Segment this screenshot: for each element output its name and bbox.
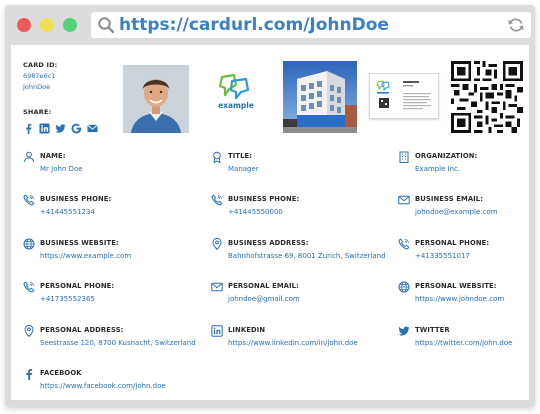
- phone-icon: [23, 194, 35, 206]
- badge-icon: [211, 151, 223, 163]
- field-value[interactable]: +41735552365: [40, 295, 95, 303]
- company-logo-text: example: [218, 101, 254, 110]
- field-value[interactable]: https://www.facebook.com/john.doe: [40, 382, 166, 390]
- minimize-window-button[interactable]: [40, 18, 54, 32]
- email-icon[interactable]: [87, 123, 98, 134]
- field-value: Seestrasse 120, 8700 Kusnacht, Switzerla…: [40, 339, 196, 347]
- phone-icon: [398, 238, 410, 250]
- google-icon[interactable]: [71, 123, 82, 134]
- facebook-icon[interactable]: [23, 123, 34, 134]
- field-label: PERSONAL WEBSITE:: [415, 282, 497, 290]
- globe-icon: [398, 281, 410, 293]
- linkedin-icon[interactable]: [39, 122, 50, 134]
- title-bar: https://cardurl.com/JohnDoe: [5, 5, 535, 45]
- search-icon: [98, 17, 115, 34]
- facebook-icon: [23, 368, 35, 380]
- share-label: SHARE:: [23, 108, 52, 116]
- field-value[interactable]: johndoe@example.com: [415, 208, 497, 216]
- browser-window: https://cardurl.com/JohnDoe CARD ID: 698…: [5, 5, 535, 407]
- field-label: BUSINESS WEBSITE:: [40, 239, 119, 247]
- reload-icon[interactable]: [507, 16, 525, 34]
- field-label: FACEBOOK: [40, 369, 82, 377]
- close-window-button[interactable]: [17, 18, 31, 32]
- field-label: PERSONAL PHONE:: [415, 239, 490, 247]
- field-value[interactable]: +41445551234: [40, 208, 95, 216]
- field-label: BUSINESS PHONE:: [228, 195, 300, 203]
- field-label: BUSINESS ADDRESS:: [228, 239, 309, 247]
- address-url[interactable]: https://cardurl.com/JohnDoe: [119, 14, 389, 36]
- field-label: NAME:: [40, 152, 66, 160]
- pin-icon: [23, 325, 35, 337]
- maximize-window-button[interactable]: [63, 18, 77, 32]
- linkedin-icon: [211, 325, 223, 337]
- field-label: PERSONAL ADDRESS:: [40, 326, 124, 334]
- field-value[interactable]: https://www.example.com: [40, 252, 131, 260]
- field-label: ORGANIZATION:: [415, 152, 478, 160]
- phone-icon: [23, 281, 35, 293]
- card-id-label: CARD ID:: [23, 61, 58, 69]
- field-label: TWITTER: [415, 326, 450, 334]
- mail-icon: [398, 194, 410, 206]
- field-label: PERSONAL EMAIL:: [228, 282, 299, 290]
- field-value[interactable]: https://www.linkedin.com/in/john.doe: [228, 339, 358, 347]
- twitter-icon: [398, 325, 410, 337]
- share-icons: [23, 122, 98, 134]
- field-value: Example Inc.: [415, 165, 461, 173]
- profile-photo: [123, 65, 189, 133]
- field-value[interactable]: https://www.johndoe.com: [415, 295, 504, 303]
- field-label: LINKEDIN: [228, 326, 266, 334]
- building-icon: [398, 151, 410, 163]
- pin-icon: [211, 238, 223, 250]
- fax-icon: [211, 194, 223, 206]
- field-value: Bahnhofstrasse 69, 8001 Zurich, Switzerl…: [228, 252, 386, 260]
- field-value[interactable]: +41445550000: [228, 208, 283, 216]
- user-icon: [23, 151, 35, 163]
- card-owner: JohnDoe: [23, 83, 51, 91]
- field-value[interactable]: johndoe@gmail.com: [228, 295, 300, 303]
- field-label: BUSINESS EMAIL:: [415, 195, 484, 203]
- card-id-value: 6987e6c1: [23, 72, 56, 80]
- field-value[interactable]: +41335551017: [415, 252, 470, 260]
- globe-icon: [23, 238, 35, 250]
- field-label: TITLE:: [228, 152, 253, 160]
- address-bar[interactable]: https://cardurl.com/JohnDoe: [91, 12, 531, 38]
- card-page: CARD ID: 6987e6c1 JohnDoe SHARE: example…: [11, 45, 529, 400]
- field-value: Manager: [228, 165, 259, 173]
- mail-icon: [211, 281, 223, 293]
- field-label: PERSONAL PHONE:: [40, 282, 115, 290]
- qr-code[interactable]: [451, 61, 523, 133]
- field-value: Mr John Doe: [40, 165, 83, 173]
- field-value[interactable]: https://twitter.com/john.doe: [415, 339, 512, 347]
- field-label: BUSINESS PHONE:: [40, 195, 112, 203]
- business-card-preview[interactable]: [369, 73, 439, 119]
- office-building-photo: [283, 61, 357, 133]
- twitter-icon[interactable]: [55, 123, 66, 134]
